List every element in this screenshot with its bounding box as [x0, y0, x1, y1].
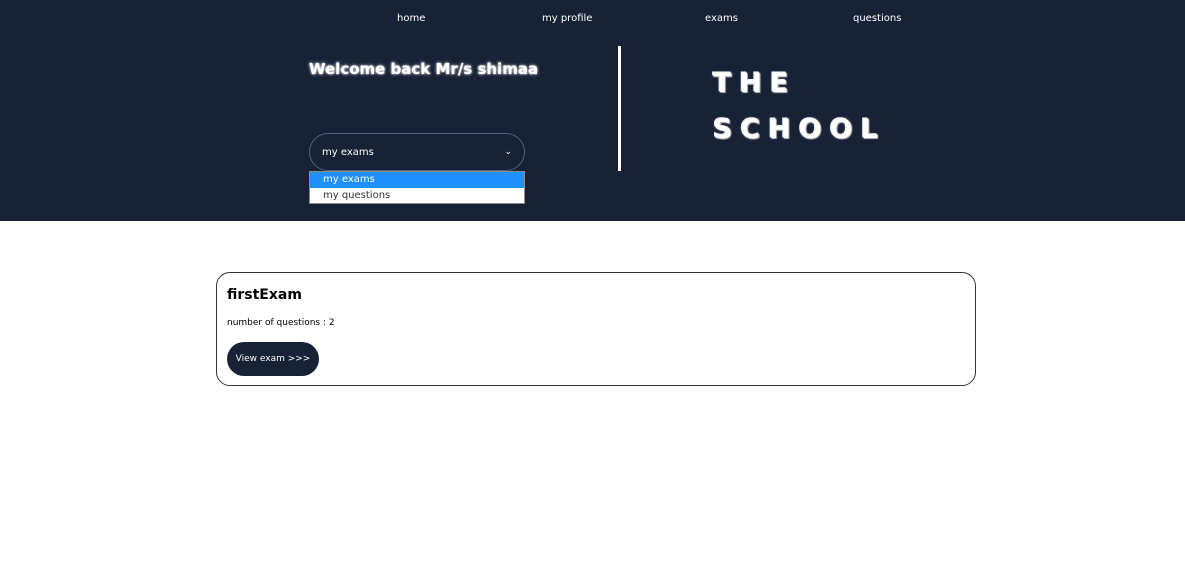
welcome-message: Welcome back Mr/s shimaa [309, 60, 539, 78]
exam-card: firstExam number of questions : 2 View e… [216, 272, 976, 386]
dropdown-option-my-questions[interactable]: my questions [310, 188, 524, 204]
chevron-down-icon: ⌄ [504, 147, 512, 157]
question-count: number of questions : 2 [227, 318, 335, 328]
view-exam-button[interactable]: View exam >>> [227, 342, 319, 376]
logo-line-the: THE [713, 68, 797, 99]
nav-link-home[interactable]: home [397, 13, 425, 24]
header-bar: home my profile exams questions Welcome … [0, 0, 1185, 221]
dropdown-option-my-exams[interactable]: my exams [310, 172, 524, 188]
view-select[interactable]: my exams ⌄ [309, 133, 525, 171]
exam-title: firstExam [227, 287, 302, 303]
nav-link-questions[interactable]: questions [853, 13, 901, 24]
nav-link-exams[interactable]: exams [705, 13, 738, 24]
view-select-value: my exams [322, 146, 374, 158]
view-select-dropdown: my exams my questions [309, 171, 525, 204]
logo-line-school: SCHOOL [713, 114, 886, 145]
header-divider [618, 46, 621, 171]
nav-link-my-profile[interactable]: my profile [542, 13, 592, 24]
